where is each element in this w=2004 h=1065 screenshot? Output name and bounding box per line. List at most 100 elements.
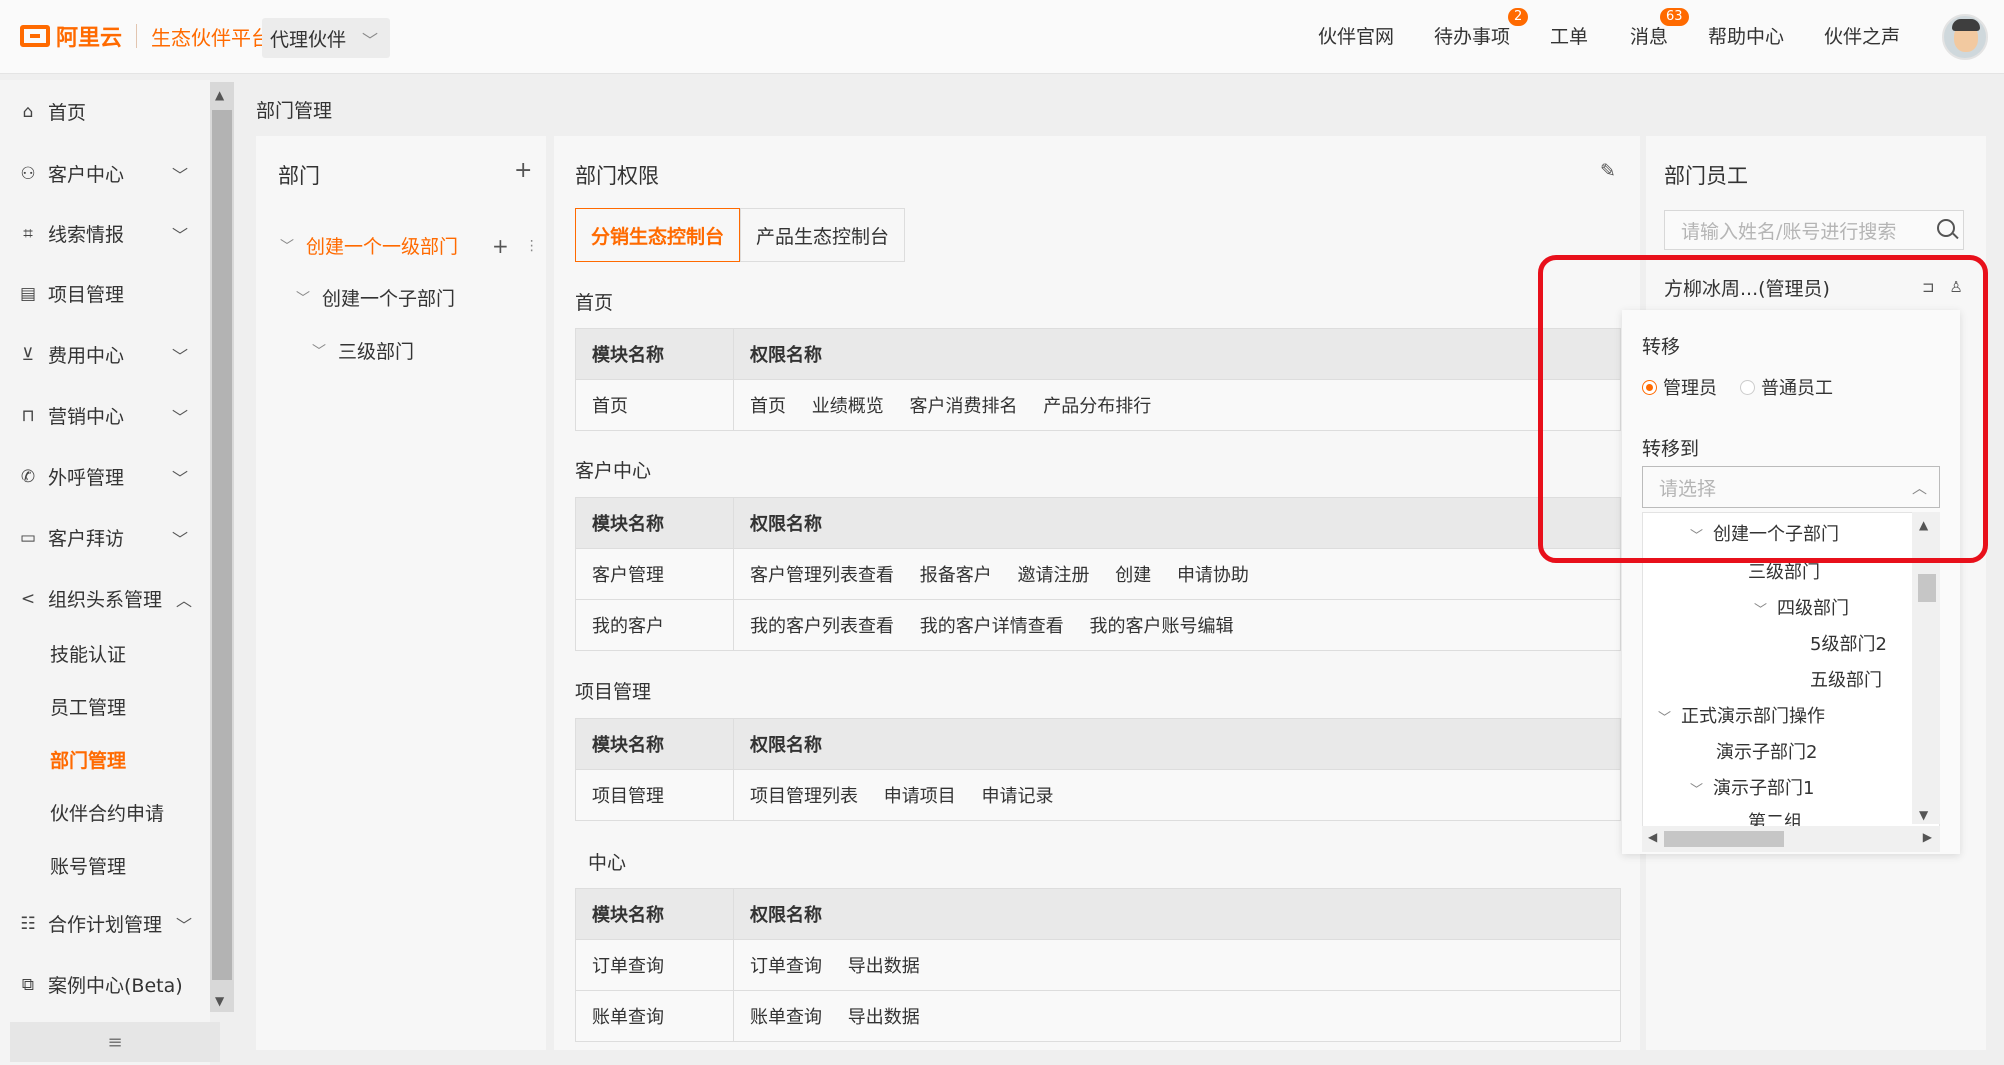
nav-todo[interactable]: 待办事项 [1434, 22, 1510, 49]
permission-cell: 订单查询 导出数据 [733, 939, 1621, 991]
partner-type-select[interactable]: 代理伙伴 ﹀ [262, 18, 390, 58]
avatar-hair [1952, 19, 1980, 31]
dropdown-option[interactable]: 五级部门 [1810, 666, 1882, 692]
department-panel-title: 部门 [278, 164, 320, 188]
permission-item: 申请记录 [981, 786, 1054, 807]
option-label: 5级部门2 [1810, 634, 1887, 655]
sidebar-item-home[interactable]: ⌂ 首页 [18, 98, 188, 125]
sidebar-item-organization[interactable]: < 组织头系管理 ︿ [18, 585, 192, 612]
tree-node-level3[interactable]: ﹀ 三级部门 [312, 337, 414, 364]
nav-help-center[interactable]: 帮助中心 [1708, 22, 1784, 49]
permission-item: 创建 [1115, 565, 1152, 586]
sidebar-subitem-staff[interactable]: 员工管理 [50, 693, 126, 720]
dropdown-option[interactable]: ﹀ 正式演示部门操作 [1658, 702, 1825, 728]
table-row: 首页 首页 业绩概览 客户消费排名 产品分布排行 [575, 379, 1621, 431]
column-header-module: 模块名称 [575, 718, 734, 770]
dropdown-option[interactable]: 演示子部门2 [1716, 738, 1817, 764]
module-cell: 项目管理 [575, 769, 734, 821]
chevron-down-icon: ﹀ [361, 31, 378, 50]
share-icon: < [20, 588, 36, 609]
scroll-left-arrow-icon[interactable]: ◀ [1648, 830, 1657, 844]
option-label: 第二组 [1748, 812, 1802, 826]
module-cell: 客户管理 [575, 548, 734, 600]
section-title-home: 首页 [575, 292, 614, 314]
staff-search-input[interactable]: 请输入姓名/账号进行搜索 [1664, 210, 1964, 250]
tree-node-level1[interactable]: ﹀ 创建一个一级部门 + ⋮ [280, 232, 539, 259]
sidebar-item-label: 合作计划管理 [48, 914, 163, 936]
nav-ticket[interactable]: 工单 [1550, 22, 1588, 49]
sidebar-scrollbar[interactable]: ▲ ▼ [210, 82, 234, 1012]
staff-panel-title: 部门员工 [1664, 164, 1748, 188]
sidebar-item-billing[interactable]: ⊻ 费用中心 ﹀ [18, 341, 188, 368]
edit-icon[interactable]: ✎ [1600, 160, 1616, 182]
sidebar-item-case-center[interactable]: ⧉ 案例中心(Beta) [18, 971, 188, 998]
chevron-down-icon: ﹀ [171, 225, 188, 245]
add-subdepartment-icon[interactable]: + [492, 234, 509, 258]
sidebar-collapse-button[interactable]: ≡ [10, 1022, 220, 1062]
sidebar-item-label: 营销中心 [48, 406, 125, 428]
tab-distribution-console[interactable]: 分销生态控制台 [575, 208, 741, 262]
nav-partner-voice[interactable]: 伙伴之声 [1824, 22, 1900, 49]
dropdown-option[interactable]: 5级部门2 [1810, 630, 1887, 656]
dropdown-horizontal-scrollbar[interactable]: ◀ ▶ [1642, 826, 1940, 852]
table-row: 订单查询 订单查询 导出数据 [575, 939, 1621, 991]
chevron-up-icon: ︿ [175, 590, 192, 610]
add-department-icon[interactable]: + [514, 158, 532, 183]
permission-item: 我的客户列表查看 [750, 616, 894, 637]
sidebar-subitem-skill-cert[interactable]: 技能认证 [50, 640, 126, 667]
bag-icon: ⊓ [21, 405, 35, 426]
more-options-icon[interactable]: ⋮ [525, 238, 539, 254]
sidebar-item-leads[interactable]: ⌗ 线索情报 ﹀ [18, 220, 188, 247]
sidebar-item-customer-center[interactable]: ⚇ 客户中心 ﹀ [18, 160, 188, 187]
sidebar-item-projects[interactable]: ▤ 项目管理 [18, 280, 188, 307]
sidebar-scroll-thumb[interactable] [212, 110, 232, 980]
permission-item: 账单查询 [750, 1007, 822, 1028]
scroll-up-arrow-icon[interactable]: ▲ [215, 88, 224, 102]
search-icon[interactable] [1937, 219, 1955, 237]
dropdown-hscroll-thumb[interactable] [1664, 831, 1784, 847]
permission-item: 我的客户详情查看 [919, 616, 1064, 637]
scroll-down-arrow-icon[interactable]: ▼ [215, 994, 224, 1008]
dropdown-option[interactable]: ﹀ 演示子部门1 [1690, 774, 1814, 800]
frame-icon: ⌗ [23, 223, 33, 244]
scroll-right-arrow-icon[interactable]: ▶ [1923, 830, 1932, 844]
nav-messages[interactable]: 消息 [1630, 22, 1668, 49]
menu-collapse-icon: ≡ [107, 1031, 123, 1053]
section-title-center: 中心 [588, 852, 627, 874]
module-cell: 我的客户 [575, 599, 734, 651]
permission-cell: 我的客户列表查看 我的客户详情查看 我的客户账号编辑 [733, 599, 1621, 651]
sidebar-item-marketing[interactable]: ⊓ 营销中心 ﹀ [18, 402, 188, 429]
permission-table-orders: 模块名称 权限名称 订单查询 订单查询 导出数据 账单查询 账单查询 导出数据 [575, 888, 1621, 1042]
sidebar-item-customer-visit[interactable]: ▭ 客户拜访 ﹀ [18, 524, 188, 551]
dropdown-scroll-thumb[interactable] [1918, 574, 1936, 602]
sidebar-item-outbound-call[interactable]: ✆ 外呼管理 ﹀ [18, 463, 188, 490]
table-row: 账单查询 账单查询 导出数据 [575, 990, 1621, 1042]
sidebar-item-partnership-plan[interactable]: ☷ 合作计划管理 ﹀ [18, 910, 192, 937]
tree-node-level2[interactable]: ﹀ 创建一个子部门 [296, 284, 455, 311]
user-avatar[interactable] [1942, 14, 1988, 60]
tab-product-console[interactable]: 产品生态控制台 [740, 208, 906, 262]
aliyun-logo-icon [20, 25, 50, 47]
plan-icon: ☷ [20, 913, 36, 934]
sidebar-item-label: 组织头系管理 [48, 589, 163, 611]
sidebar-subitem-account[interactable]: 账号管理 [50, 852, 126, 879]
dropdown-option[interactable]: 第二组 [1748, 808, 1802, 826]
permission-table-project: 模块名称 权限名称 项目管理 项目管理列表 申请项目 申请记录 [575, 718, 1621, 821]
permission-item: 客户管理列表查看 [750, 565, 894, 586]
chevron-down-icon: ﹀ [1754, 603, 1768, 618]
top-bar: 阿里云 生态伙伴平台 代理伙伴 ﹀ 伙伴官网 待办事项 2 工单 消息 63 帮… [0, 0, 2004, 74]
sidebar-subitem-department[interactable]: 部门管理 [50, 746, 126, 773]
chevron-down-icon: ﹀ [312, 343, 326, 360]
nav-partner-site[interactable]: 伙伴官网 [1318, 22, 1394, 49]
scroll-down-arrow-icon[interactable]: ▼ [1919, 808, 1928, 822]
aliyun-logo[interactable]: 阿里云 生态伙伴平台 [20, 20, 271, 52]
sidebar-subitem-partner-contract[interactable]: 伙伴合约申请 [50, 799, 164, 826]
dropdown-option[interactable]: ﹀ 四级部门 [1754, 594, 1849, 620]
column-header-module: 模块名称 [575, 497, 734, 549]
permission-cell: 项目管理列表 申请项目 申请记录 [733, 769, 1621, 821]
column-header-permission: 权限名称 [733, 328, 1621, 380]
permission-table-customer: 模块名称 权限名称 客户管理 客户管理列表查看 报备客户 邀请注册 创建 申请协… [575, 497, 1621, 651]
permission-item: 申请协助 [1176, 565, 1249, 586]
home-icon: ⌂ [22, 101, 34, 122]
tree-node-label: 三级部门 [338, 341, 415, 363]
